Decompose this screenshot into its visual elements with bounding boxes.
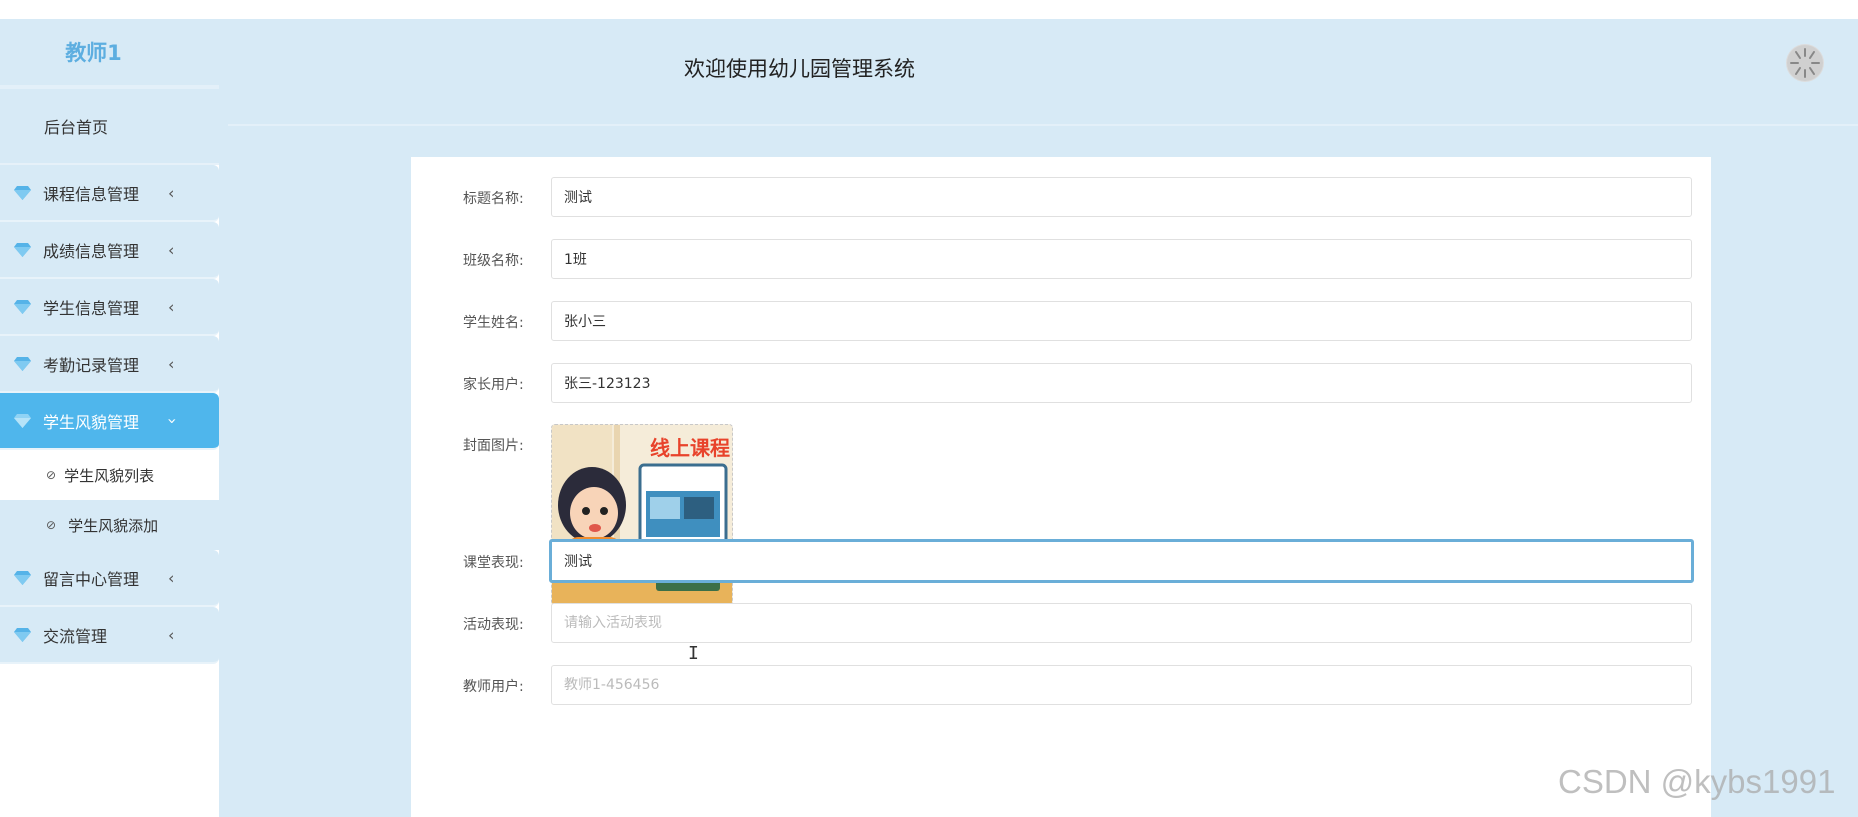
sidebar-item-students[interactable]: 学生信息管理 ‹ [0,279,219,336]
sidebar-item-exchange[interactable]: 交流管理 ‹ [0,607,219,664]
sidebar-item-messages[interactable]: 留言中心管理 ‹ [0,550,219,607]
brand-title: 教师1 [0,19,219,89]
chevron-left-icon: ‹ [168,297,175,316]
chevron-left-icon: ‹ [168,354,175,373]
avatar[interactable] [1786,44,1824,82]
sidebar-item-label: 留言中心管理 [43,569,140,589]
watermark: CSDN @kybs1991 [1558,763,1836,800]
sidebar-item-label: 考勤记录管理 [43,355,140,375]
gem-icon [14,242,31,257]
parent-label: 家长用户: [463,377,524,393]
teacher-label: 教师用户: [463,679,524,695]
cover-label: 封面图片: [463,438,524,454]
activity-label: 活动表现: [463,617,524,633]
sidebar-item-label: 学生信息管理 [43,298,140,318]
classroom-input[interactable] [549,539,1694,583]
gem-icon [14,413,31,428]
sidebar-item-label: 学生风貌管理 [43,412,140,432]
text-cursor-icon: I [688,643,699,664]
sidebar-item-home[interactable]: 后台首页 [0,89,219,165]
sidebar-item-student-style[interactable]: 学生风貌管理 ‹ [0,393,219,450]
class-label: 班级名称: [463,253,524,269]
parent-input[interactable] [551,363,1692,403]
class-input[interactable] [551,239,1692,279]
sidebar-item-grades[interactable]: 成绩信息管理 ‹ [0,222,219,279]
loading-spinner-icon [1787,45,1823,81]
top-strip [0,0,1858,19]
sidebar-subitem-style-add[interactable]: ⊘ 学生风貌添加 [0,500,219,550]
sidebar-subitem-style-list[interactable]: ⊘ 学生风貌列表 [0,450,219,500]
cover-image-text: 线上课程 [650,436,730,460]
sidebar-item-course[interactable]: 课程信息管理 ‹ [0,165,219,222]
check-circle-icon: ⊘ [46,468,57,482]
sidebar-item-attendance[interactable]: 考勤记录管理 ‹ [0,336,219,393]
check-circle-icon: ⊘ [46,518,57,532]
sidebar-item-label: 交流管理 [43,626,108,646]
activity-input[interactable] [551,603,1692,643]
chevron-left-icon: ‹ [168,183,175,202]
student-label: 学生姓名: [463,315,524,331]
teacher-input[interactable] [551,665,1692,705]
sidebar: 教师1 后台首页 课程信息管理 ‹ 成绩信息管理 ‹ 学生信息管理 ‹ 考勤记录… [0,19,219,817]
chevron-left-icon: ‹ [168,625,175,644]
chevron-down-icon: ‹ [161,417,181,424]
gem-icon [14,299,31,314]
chevron-left-icon: ‹ [168,240,175,259]
header-divider [228,124,1858,126]
page-title: 欢迎使用幼儿园管理系统 [684,57,915,81]
title-label: 标题名称: [463,191,524,207]
gem-icon [14,570,31,585]
chevron-left-icon: ‹ [168,568,175,587]
sidebar-subitem-label: 学生风貌列表 [64,466,155,485]
form-panel: 标题名称: 班级名称: 学生姓名: 家长用户: 封面图片: 线上课程 [411,157,1711,817]
sidebar-subitem-label: 学生风貌添加 [68,516,159,535]
gem-icon [14,627,31,642]
title-input[interactable] [551,177,1692,217]
gem-icon [14,356,31,371]
student-input[interactable] [551,301,1692,341]
classroom-label: 课堂表现: [463,555,524,571]
sidebar-item-label: 课程信息管理 [43,184,140,204]
gem-icon [14,185,31,200]
sidebar-item-label: 成绩信息管理 [43,241,140,261]
